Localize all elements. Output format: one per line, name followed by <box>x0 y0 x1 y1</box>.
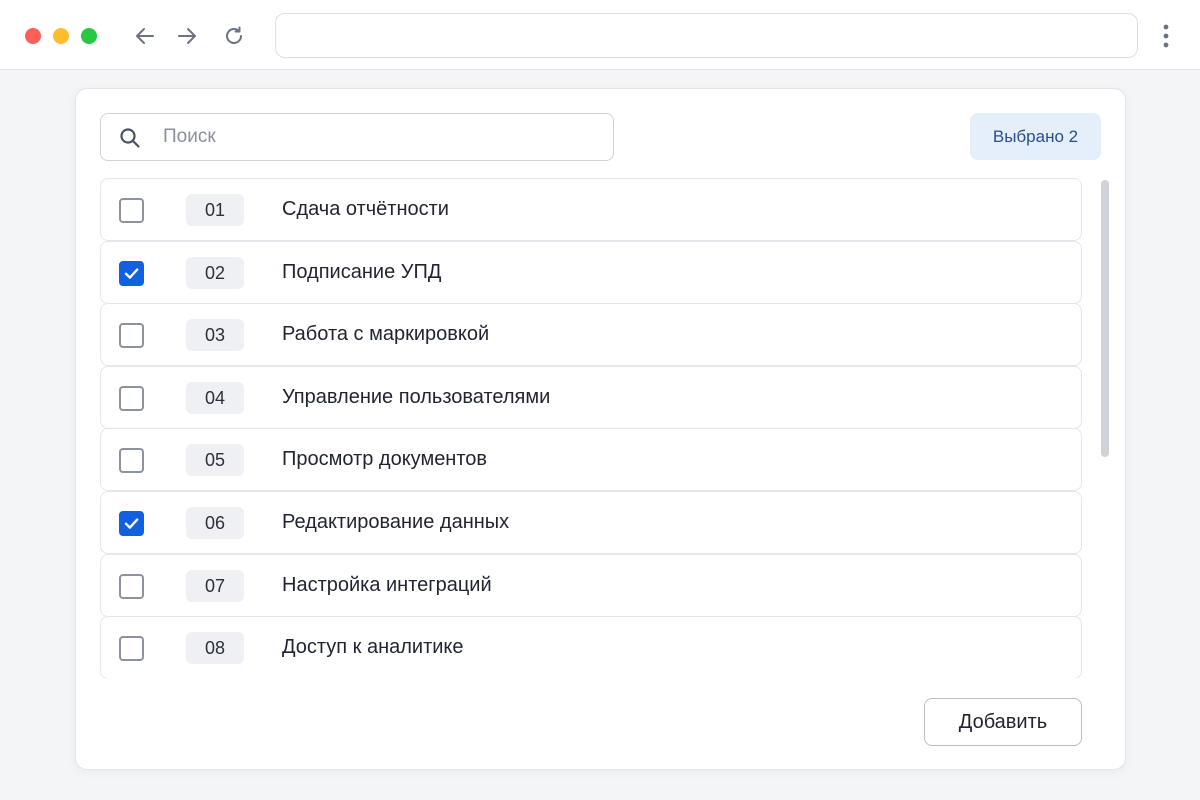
item-checkbox[interactable] <box>119 511 144 536</box>
item-label: Доступ к аналитике <box>282 636 464 658</box>
item-number: 02 <box>186 257 244 289</box>
item-checkbox[interactable] <box>119 386 144 411</box>
item-number: 07 <box>186 570 244 602</box>
item-number: 08 <box>186 632 244 664</box>
search-icon <box>120 128 140 148</box>
list-item[interactable]: 08 Доступ к аналитике <box>100 616 1082 678</box>
list-item[interactable]: 01 Сдача отчётности <box>100 178 1082 241</box>
arrow-left-icon <box>136 28 154 44</box>
reload-icon <box>226 26 242 44</box>
item-checkbox[interactable] <box>119 261 144 286</box>
item-checkbox[interactable] <box>119 198 144 223</box>
scrollbar-thumb[interactable] <box>1101 180 1109 457</box>
item-label: Управление пользователями <box>282 386 551 408</box>
item-label: Просмотр документов <box>282 448 488 470</box>
item-number: 05 <box>186 444 244 476</box>
close-window-button[interactable] <box>25 28 41 44</box>
item-checkbox[interactable] <box>119 448 144 473</box>
minimize-window-button[interactable] <box>53 28 69 44</box>
permissions-card: Выбрано 2 01 Сдача отчётности 02 Подписание… <box>75 88 1126 770</box>
item-label: Редактирование данных <box>282 511 510 533</box>
checkmark-icon <box>124 518 139 529</box>
scrollbar-track[interactable] <box>1101 180 1109 673</box>
item-checkbox[interactable] <box>119 636 144 661</box>
browser-menu-button[interactable] <box>1152 20 1180 52</box>
address-bar[interactable] <box>275 13 1138 58</box>
arrow-right-icon <box>178 28 196 44</box>
item-number: 03 <box>186 319 244 351</box>
permissions-list: 01 Сдача отчётности 02 Подписание УПД 03 Рабо… <box>100 178 1082 678</box>
item-number: 06 <box>186 507 244 539</box>
maximize-window-button[interactable] <box>81 28 97 44</box>
search-input[interactable] <box>161 114 601 160</box>
list-item[interactable]: 07 Настройка интеграций <box>100 554 1082 617</box>
selected-count-label: Выбрано 2 <box>992 126 1079 146</box>
list-item[interactable]: 02 Подписание УПД <box>100 241 1082 304</box>
list-item[interactable]: 05 Просмотр документов <box>100 428 1082 491</box>
add-button[interactable]: Добавить <box>924 698 1082 746</box>
list-item[interactable]: 03 Работа с маркировкой <box>100 303 1082 366</box>
reload-button[interactable] <box>220 22 248 50</box>
item-label: Настройка интеграций <box>282 574 492 596</box>
item-number: 01 <box>186 194 244 226</box>
list-item[interactable]: 06 Редактирование данных <box>100 491 1082 554</box>
search-field[interactable] <box>100 113 614 161</box>
item-checkbox[interactable] <box>119 574 144 599</box>
back-button[interactable] <box>131 22 159 50</box>
item-label: Подписание УПД <box>282 261 442 283</box>
item-label: Работа с маркировкой <box>282 323 490 345</box>
item-label: Сдача отчётности <box>282 198 449 220</box>
checkmark-icon <box>124 268 139 279</box>
item-number: 04 <box>186 382 244 414</box>
add-button-label: Добавить <box>958 710 1048 733</box>
selected-count-badge: Выбрано 2 <box>970 113 1101 160</box>
browser-toolbar <box>0 0 1200 70</box>
forward-button[interactable] <box>173 22 201 50</box>
vertical-dots-icon <box>1163 24 1169 48</box>
list-item[interactable]: 04 Управление пользователями <box>100 366 1082 429</box>
item-checkbox[interactable] <box>119 323 144 348</box>
